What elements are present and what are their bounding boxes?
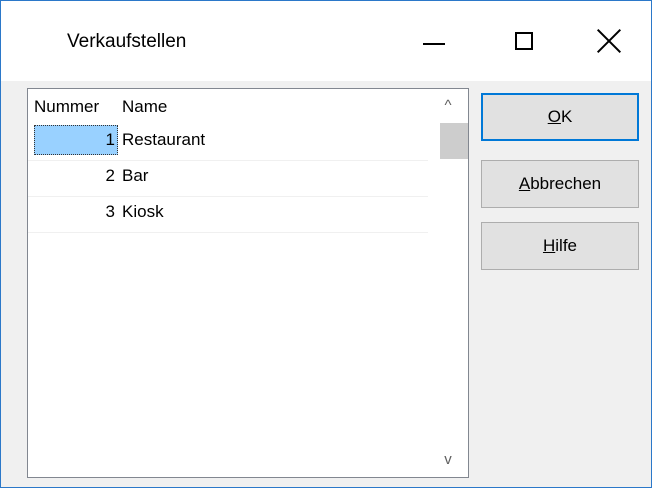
- list-rows: 1 Restaurant 2 Bar 3 Kiosk: [28, 125, 428, 233]
- list-header: Nummer Name: [28, 89, 428, 123]
- list-item[interactable]: 3 Kiosk: [28, 197, 428, 233]
- close-button[interactable]: [581, 13, 641, 69]
- scroll-up-icon[interactable]: ^: [428, 89, 468, 123]
- minimize-icon: [423, 43, 445, 45]
- scroll-down-icon[interactable]: v: [428, 443, 468, 477]
- ok-button-accel: O: [547, 107, 561, 126]
- column-header-name[interactable]: Name: [122, 97, 167, 117]
- minimize-button[interactable]: [405, 13, 465, 69]
- help-button[interactable]: Hilfe: [481, 222, 639, 270]
- item-number: 2: [105, 166, 115, 185]
- item-number: 3: [105, 202, 115, 221]
- item-name: Kiosk: [122, 202, 164, 221]
- window-title: Verkaufstellen: [67, 31, 187, 52]
- cancel-button-accel: A: [518, 174, 531, 193]
- sales-points-list[interactable]: Nummer Name 1 Restaurant 2 Bar 3 Kiosk ^: [27, 88, 469, 478]
- dialog-client-area: Nummer Name 1 Restaurant 2 Bar 3 Kiosk ^: [1, 81, 651, 487]
- cancel-button-label: bbrechen: [530, 174, 602, 193]
- maximize-icon: [515, 32, 533, 50]
- cancel-button[interactable]: Abbrechen: [481, 160, 639, 208]
- vertical-scrollbar[interactable]: ^ v: [428, 89, 468, 477]
- help-button-accel: H: [542, 236, 556, 255]
- item-number: 1: [34, 125, 118, 155]
- help-button-label: ilfe: [555, 236, 577, 255]
- item-name: Bar: [122, 166, 149, 185]
- scroll-thumb[interactable]: [440, 123, 468, 159]
- list-item[interactable]: 2 Bar: [28, 161, 428, 197]
- ok-button-label: K: [560, 107, 573, 126]
- item-name: Restaurant: [122, 130, 206, 149]
- maximize-button[interactable]: [497, 13, 557, 69]
- list-item[interactable]: 1 Restaurant: [28, 125, 428, 161]
- column-header-nummer[interactable]: Nummer: [34, 97, 99, 117]
- close-icon: [595, 27, 623, 55]
- title-bar[interactable]: Verkaufstellen: [1, 1, 651, 81]
- ok-button[interactable]: OK: [481, 93, 639, 141]
- dialog-window: Verkaufstellen Nummer Name 1 Restaurant …: [0, 0, 652, 488]
